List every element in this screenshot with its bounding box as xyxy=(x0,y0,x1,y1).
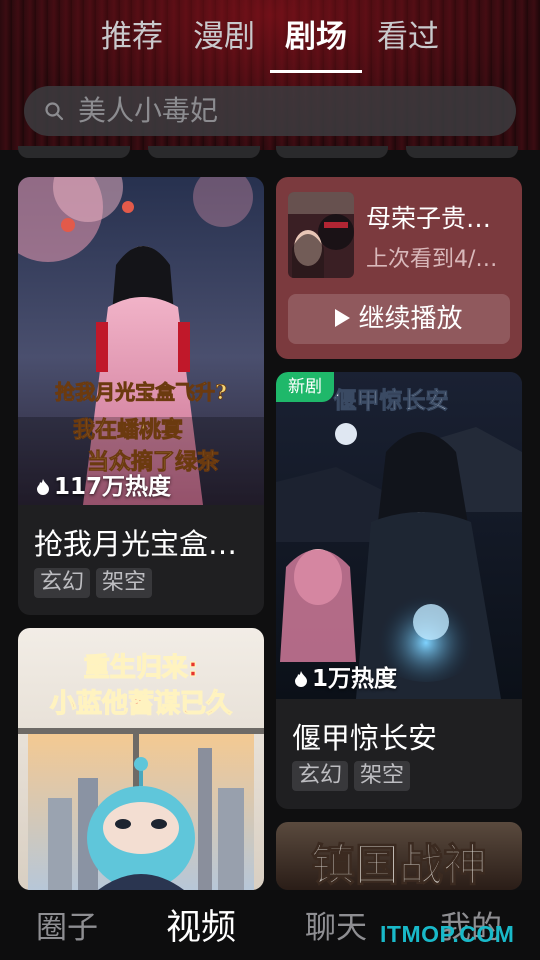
continue-play-label: 继续播放 xyxy=(358,304,463,334)
scrolled-card-edge xyxy=(276,146,388,158)
scrolled-card-edge xyxy=(18,146,130,158)
genre-tag: 玄幻 xyxy=(292,761,349,791)
heat-indicator: 117万热度 xyxy=(36,467,171,501)
tab-watched[interactable]: 看过 xyxy=(374,12,442,64)
genre-tag: 架空 xyxy=(354,761,411,791)
tab-theater[interactable]: 剧场 xyxy=(282,12,350,64)
top-tabs: 推荐 漫剧 剧场 看过 xyxy=(0,12,540,72)
poster-caption: 抢我月光宝盒飞升? xyxy=(55,380,227,404)
tab-recommend[interactable]: 推荐 xyxy=(98,12,166,64)
heat-indicator: 1万热度 xyxy=(294,659,397,693)
nav-circle[interactable]: 圈子 xyxy=(36,902,98,947)
watermark-logo: ITMOP.COM xyxy=(380,921,515,947)
scrolled-card-edge xyxy=(406,146,518,158)
drama-poster: 偃甲惊长安 xyxy=(276,372,522,699)
history-title: 母荣子贵… xyxy=(366,204,492,233)
nav-video[interactable]: 视频 xyxy=(166,899,236,950)
drama-poster: 镇国战神 xyxy=(276,822,522,890)
drama-poster: 重生归来: 小蓝他蓄谋已久 xyxy=(18,628,264,890)
nav-chat[interactable]: 聊天 xyxy=(305,902,367,947)
genre-tag: 玄幻 xyxy=(34,568,91,598)
drama-card[interactable]: 镇国战神 xyxy=(276,822,522,890)
genre-tag: 架空 xyxy=(96,568,153,598)
continue-play-button[interactable]: 继续播放 xyxy=(288,294,510,344)
poster-caption: 偃甲惊长安 xyxy=(334,387,449,414)
search-icon xyxy=(45,102,64,121)
drama-card[interactable]: 重生归来: 小蓝他蓄谋已久 xyxy=(18,628,264,890)
drama-card[interactable]: 抢我月光宝盒飞升? 我在蟠桃宴 当众摘了绿茶 117万热度 抢我月光宝盒… 玄幻… xyxy=(18,177,264,615)
heat-value: 117万热度 xyxy=(54,474,172,500)
new-drama-badge: 新剧 xyxy=(276,372,334,402)
play-icon xyxy=(335,309,351,327)
poster-caption: 小蓝他蓄谋已久 xyxy=(50,689,232,719)
poster-caption: 我在蟠桃宴 xyxy=(73,417,183,443)
flame-icon xyxy=(295,671,307,687)
drama-tags: 玄幻 架空 xyxy=(292,761,416,791)
drama-title: 抢我月光宝盒… xyxy=(34,527,238,561)
drama-title: 偃甲惊长安 xyxy=(292,721,438,755)
tab-comic-drama[interactable]: 漫剧 xyxy=(190,12,258,64)
heat-value: 1万热度 xyxy=(312,666,398,692)
search-placeholder: 美人小毒妃 xyxy=(78,94,219,127)
continue-watching-card[interactable]: 母荣子贵… 上次看到4/… 继续播放 xyxy=(276,177,522,359)
drama-card[interactable]: 偃甲惊长安 新剧 1万热度 偃甲惊长安 玄幻 架空 xyxy=(276,372,522,809)
drama-poster: 抢我月光宝盒飞升? 我在蟠桃宴 当众摘了绿茶 xyxy=(18,177,264,505)
active-tab-indicator xyxy=(270,70,362,73)
history-progress: 上次看到4/… xyxy=(366,247,498,272)
search-bar[interactable]: 美人小毒妃 xyxy=(24,86,516,136)
poster-caption: 镇国战神 xyxy=(311,840,487,890)
scrolled-card-edge xyxy=(148,146,260,158)
drama-tags: 玄幻 架空 xyxy=(34,568,158,598)
flame-icon xyxy=(37,479,49,495)
history-thumbnail xyxy=(288,192,354,278)
poster-caption: 重生归来: xyxy=(84,653,198,683)
